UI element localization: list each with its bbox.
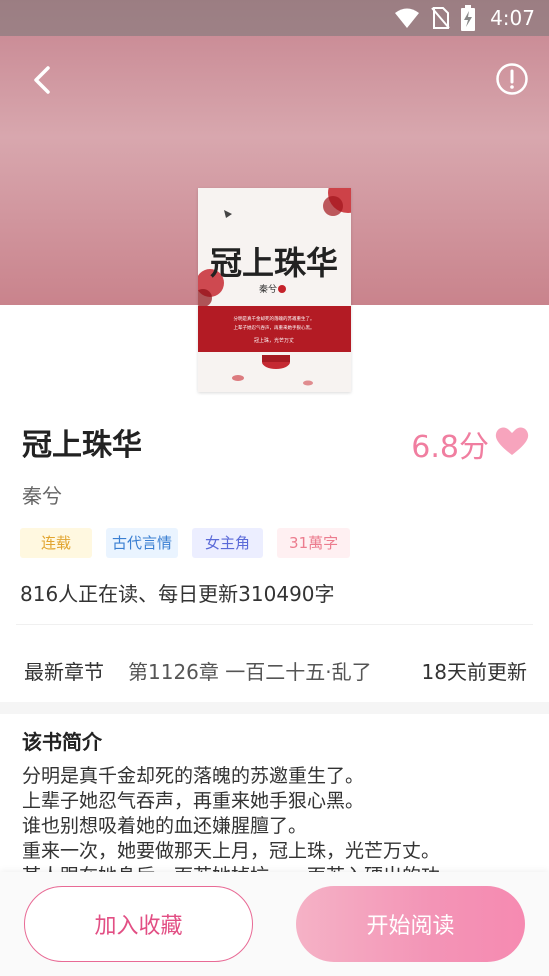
bottom-action-bar: 加入收藏 开始阅读 [0, 872, 549, 976]
section-separator [0, 702, 549, 714]
latest-chapter-title: 第1126章 一百二十五·乱了 [128, 660, 372, 684]
tag-status[interactable]: 连载 [20, 528, 93, 558]
latest-chapter-row[interactable]: 最新章节 第1126章 一百二十五·乱了 18天前更新 [0, 626, 549, 702]
add-to-shelf-button[interactable]: 加入收藏 [24, 886, 253, 962]
readers-stats: 816人正在读、每日更新310490字 [20, 582, 335, 606]
book-author[interactable]: 秦兮 [22, 480, 62, 509]
tag-lead[interactable]: 女主角 [192, 528, 264, 558]
cover-blurb-line-1: 分明是真千金却死的落魄的苏邀重生了。 [234, 315, 315, 322]
intro-heading: 该书简介 [22, 730, 102, 754]
cover-blurb-line-3: 冠上珠，光芒万丈 [254, 337, 294, 344]
latest-chapter-label: 最新章节 [24, 660, 104, 684]
intro-line: 谁也别想吸着她的血还嫌腥膻了。 [22, 815, 308, 837]
cover-title-text: 冠上珠华 [210, 244, 338, 282]
cover-author-text: 秦兮 [259, 283, 277, 295]
intro-line: 重来一次，她要做那天上月，冠上珠，光芒万丈。 [22, 840, 441, 862]
latest-update-time: 18天前更新 [421, 660, 527, 684]
book-cover[interactable]: 冠上珠华 秦兮 分明是真千金却死的落魄的苏邀重生了。 上辈子她忍气吞声，再重来她… [198, 188, 351, 392]
wifi-icon [395, 8, 420, 28]
book-cover-art: 冠上珠华 秦兮 分明是真千金却死的落魄的苏邀重生了。 上辈子她忍气吞声，再重来她… [198, 188, 351, 392]
divider [16, 624, 533, 625]
report-button[interactable] [495, 62, 529, 96]
start-reading-button[interactable]: 开始阅读 [296, 886, 525, 962]
book-score: 6.8分 [411, 430, 489, 465]
intro-line: 上辈子她忍气吞声，再重来她手狠心黑。 [22, 790, 365, 812]
cover-blurb-line-2: 上辈子她忍气吞声，再重来她手狠心黑。 [234, 324, 315, 331]
book-title: 冠上珠华 [22, 428, 142, 463]
chevron-left-icon [34, 66, 50, 94]
exclamation-circle-icon [496, 63, 528, 95]
no-sim-icon [431, 7, 450, 29]
tag-genre[interactable]: 古代言情 [106, 528, 179, 558]
favorite-heart-button[interactable] [495, 426, 529, 456]
back-button[interactable] [26, 60, 62, 100]
battery-charging-icon [461, 5, 476, 31]
intro-line: 分明是真千金却死的落魄的苏邀重生了。 [22, 765, 365, 787]
status-time: 4:07 [490, 6, 535, 30]
tag-list: 连载 古代言情 女主角 31萬字 [20, 528, 351, 558]
heart-icon [495, 427, 529, 455]
intro-text[interactable]: 分明是真千金却死的落魄的苏邀重生了。 上辈子她忍气吞声，再重来她手狠心黑。 谁也… [22, 764, 532, 876]
status-bar: 4:07 [0, 0, 549, 36]
tag-wordcount: 31萬字 [277, 528, 351, 558]
